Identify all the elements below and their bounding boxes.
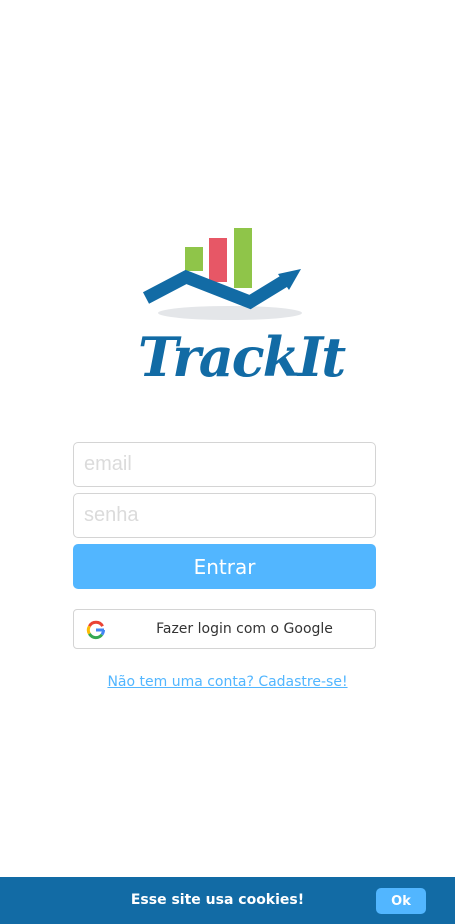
app-logo: TrackIt	[138, 226, 346, 394]
trending-chart-logo-icon	[142, 228, 302, 320]
cookie-banner: Esse site usa cookies! Ok	[0, 877, 455, 924]
email-field[interactable]	[73, 442, 376, 487]
google-login-button[interactable]: Fazer login com o Google	[73, 609, 376, 649]
password-field[interactable]	[73, 493, 376, 538]
cookie-message: Esse site usa cookies!	[130, 892, 305, 908]
google-g-icon	[86, 620, 105, 640]
brand-wordmark: TrackIt	[138, 325, 346, 389]
cookie-ok-button[interactable]: Ok	[376, 888, 426, 914]
login-button[interactable]: Entrar	[73, 544, 376, 589]
signup-link[interactable]: Não tem uma conta? Cadastre-se!	[0, 674, 455, 690]
google-login-label: Fazer login com o Google	[156, 621, 333, 637]
